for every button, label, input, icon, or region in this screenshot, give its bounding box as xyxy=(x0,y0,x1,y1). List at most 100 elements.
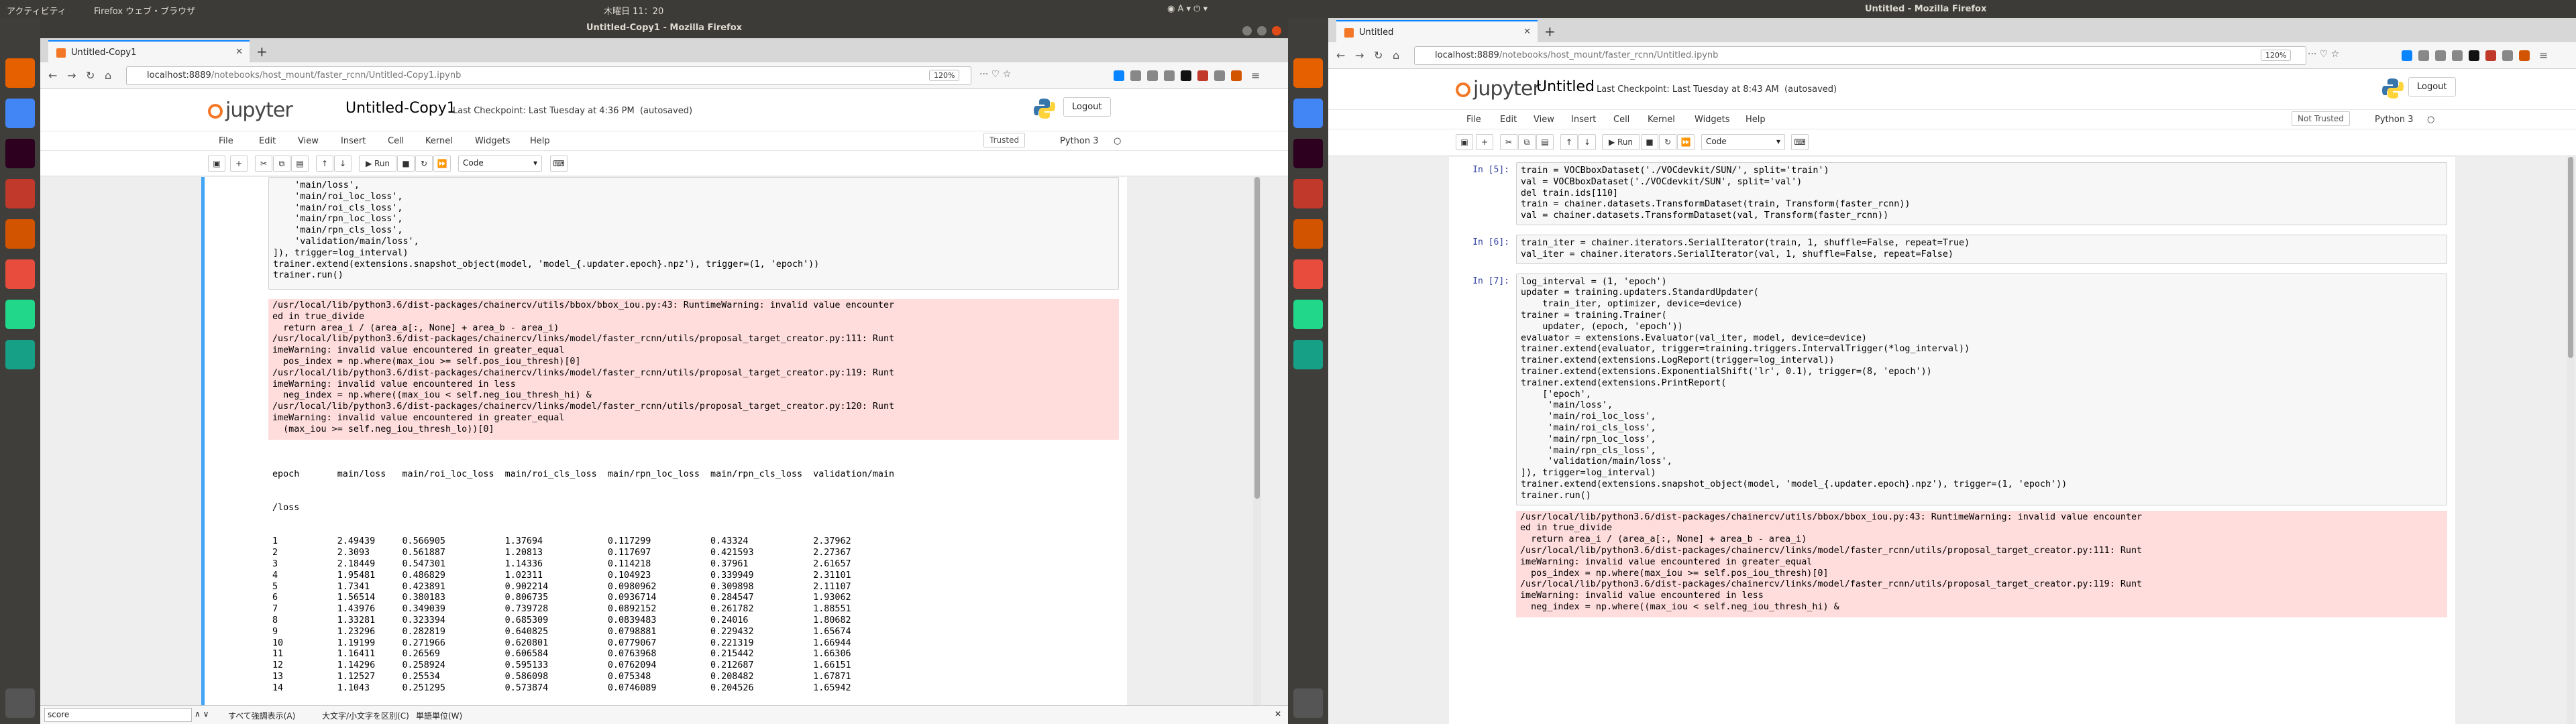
texteditor-icon[interactable] xyxy=(1293,219,1323,249)
highlight-all-checkbox[interactable]: すべて強調表示(A) xyxy=(228,710,295,721)
keyboard-icon[interactable]: ⌨ xyxy=(1791,134,1809,150)
extension-r-icon[interactable] xyxy=(1231,70,1242,81)
app-icon[interactable] xyxy=(1293,259,1323,289)
menu-file[interactable]: File xyxy=(219,136,233,146)
menu-widgets[interactable]: Widgets xyxy=(475,136,511,146)
code-cell-input[interactable]: train_iter = chainer.iterators.SerialIte… xyxy=(1516,235,2447,264)
clock[interactable]: 木曜日 11：20 xyxy=(604,4,663,17)
clion-icon[interactable] xyxy=(1293,340,1323,369)
restart-icon[interactable]: ↻ xyxy=(415,156,433,172)
close-tab-icon[interactable]: ✕ xyxy=(235,47,243,57)
hamburger-menu-icon[interactable]: ≡ xyxy=(1251,69,1260,82)
new-tab-icon[interactable]: + xyxy=(1544,23,1556,40)
close-tab-icon[interactable]: ✕ xyxy=(1523,27,1531,37)
menu-insert[interactable]: Insert xyxy=(1571,115,1596,125)
show-apps-icon[interactable] xyxy=(5,688,35,718)
clion-icon[interactable] xyxy=(5,340,35,369)
run-button[interactable]: ▶ Run xyxy=(359,156,396,172)
files-icon[interactable] xyxy=(1293,179,1323,208)
sidebar-icon[interactable] xyxy=(1147,70,1158,81)
extension-r-icon[interactable] xyxy=(2519,50,2530,61)
terminal-icon[interactable] xyxy=(5,139,35,168)
texteditor-icon[interactable] xyxy=(5,219,35,249)
page-actions-icon[interactable]: ··· ♡ ☆ xyxy=(979,69,1011,80)
reload-icon[interactable]: ↻ xyxy=(1374,49,1383,62)
notebook-name[interactable]: Untitled xyxy=(1536,78,1595,95)
cut-icon[interactable]: ✂ xyxy=(255,156,272,172)
notebook-name[interactable]: Untitled-Copy1 xyxy=(345,100,456,117)
download-icon[interactable] xyxy=(2402,50,2412,61)
copy-icon[interactable]: ⧉ xyxy=(273,156,290,172)
forward-icon[interactable]: → xyxy=(67,69,76,82)
code-cell-input[interactable]: train = VOCBboxDataset('./VOCdevkit/SUN/… xyxy=(1516,162,2447,225)
find-input[interactable]: score xyxy=(44,708,192,722)
url-bar[interactable]: localhost:8889/notebooks/host_mount/fast… xyxy=(1414,46,2306,65)
pycharm-icon[interactable] xyxy=(5,300,35,329)
page-actions-icon[interactable]: ··· ♡ ☆ xyxy=(2308,49,2339,60)
extension-grid-icon[interactable] xyxy=(2502,50,2513,61)
extension-b-icon[interactable] xyxy=(1181,70,1191,81)
extension-red-icon[interactable] xyxy=(1197,70,1208,81)
move-up-icon[interactable]: ↑ xyxy=(316,156,333,172)
pycharm-icon[interactable] xyxy=(1293,300,1323,329)
chrome-icon[interactable] xyxy=(1293,99,1323,128)
jupyter-logo[interactable]: jupyter xyxy=(208,99,293,122)
find-prev-next-icon[interactable]: ∧ ∨ xyxy=(195,709,209,719)
hamburger-menu-icon[interactable]: ≡ xyxy=(2539,49,2548,62)
menu-file[interactable]: File xyxy=(1466,115,1481,125)
interrupt-icon[interactable]: ■ xyxy=(1641,134,1658,150)
code-cell-input[interactable]: 'main/loss', 'main/roi_loc_loss', 'main/… xyxy=(268,177,1119,290)
library-icon[interactable] xyxy=(1130,70,1141,81)
app-icon[interactable] xyxy=(5,259,35,289)
minimize-icon[interactable] xyxy=(1242,26,1252,36)
code-cell-input[interactable]: log_interval = (1, 'epoch') updater = tra… xyxy=(1516,273,2447,505)
restart-icon[interactable]: ↻ xyxy=(1659,134,1676,150)
move-down-icon[interactable]: ↓ xyxy=(1578,134,1596,150)
restart-run-icon[interactable]: ⏩ xyxy=(1677,134,1695,150)
menu-cell[interactable]: Cell xyxy=(1613,115,1629,125)
menu-edit[interactable]: Edit xyxy=(1500,115,1517,125)
back-icon[interactable]: ← xyxy=(48,69,57,82)
zoom-indicator[interactable]: 120% xyxy=(929,70,960,81)
move-up-icon[interactable]: ↑ xyxy=(1560,134,1578,150)
back-icon[interactable]: ← xyxy=(1336,49,1345,62)
cell-type-select[interactable]: Code ▾ xyxy=(1701,134,1785,150)
tab-notebook[interactable]: Untitled-Copy1 ✕ xyxy=(48,40,250,62)
system-tray-icon[interactable]: ◉ A ▾ ⏻ ▾ xyxy=(1167,4,1208,14)
extension-b-icon[interactable] xyxy=(2469,50,2479,61)
match-case-checkbox[interactable]: 大文字/小文字を区別(C) xyxy=(322,710,409,721)
menu-view[interactable]: View xyxy=(1534,115,1554,125)
download-icon[interactable] xyxy=(1114,70,1124,81)
menu-view[interactable]: View xyxy=(298,136,319,146)
extension-icon[interactable] xyxy=(1164,70,1175,81)
firefox-icon[interactable] xyxy=(1293,58,1323,88)
extension-red-icon[interactable] xyxy=(2485,50,2496,61)
tab-notebook[interactable]: Untitled ✕ xyxy=(1336,20,1538,42)
close-icon[interactable] xyxy=(1272,26,1281,36)
menu-cell[interactable]: Cell xyxy=(388,136,404,146)
show-apps-icon[interactable] xyxy=(1293,688,1323,718)
run-button[interactable]: ▶ Run xyxy=(1602,134,1640,150)
menu-widgets[interactable]: Widgets xyxy=(1695,115,1730,125)
menu-edit[interactable]: Edit xyxy=(259,136,276,146)
sidebar-icon[interactable] xyxy=(2435,50,2446,61)
zoom-indicator[interactable]: 120% xyxy=(2261,50,2292,61)
menu-kernel[interactable]: Kernel xyxy=(1648,115,1675,125)
interrupt-icon[interactable]: ■ xyxy=(397,156,415,172)
cut-icon[interactable]: ✂ xyxy=(1500,134,1517,150)
library-icon[interactable] xyxy=(2418,50,2429,61)
logout-button[interactable]: Logout xyxy=(1063,97,1111,117)
save-icon[interactable]: ▣ xyxy=(1456,134,1473,150)
menu-help[interactable]: Help xyxy=(1746,115,1766,125)
close-find-icon[interactable]: ✕ xyxy=(1275,709,1281,719)
home-icon[interactable]: ⌂ xyxy=(1393,49,1399,62)
app-menu[interactable]: Firefox ウェブ・ブラウザ xyxy=(94,4,195,17)
insert-cell-icon[interactable]: + xyxy=(230,156,248,172)
logout-button[interactable]: Logout xyxy=(2408,77,2456,97)
trusted-indicator[interactable]: Trusted xyxy=(983,133,1026,147)
cell-type-select[interactable]: Code ▾ xyxy=(458,156,542,172)
paste-icon[interactable]: ▤ xyxy=(291,156,309,172)
page-scrollbar[interactable] xyxy=(1253,177,1261,705)
menu-kernel[interactable]: Kernel xyxy=(425,136,453,146)
forward-icon[interactable]: → xyxy=(1355,49,1364,62)
